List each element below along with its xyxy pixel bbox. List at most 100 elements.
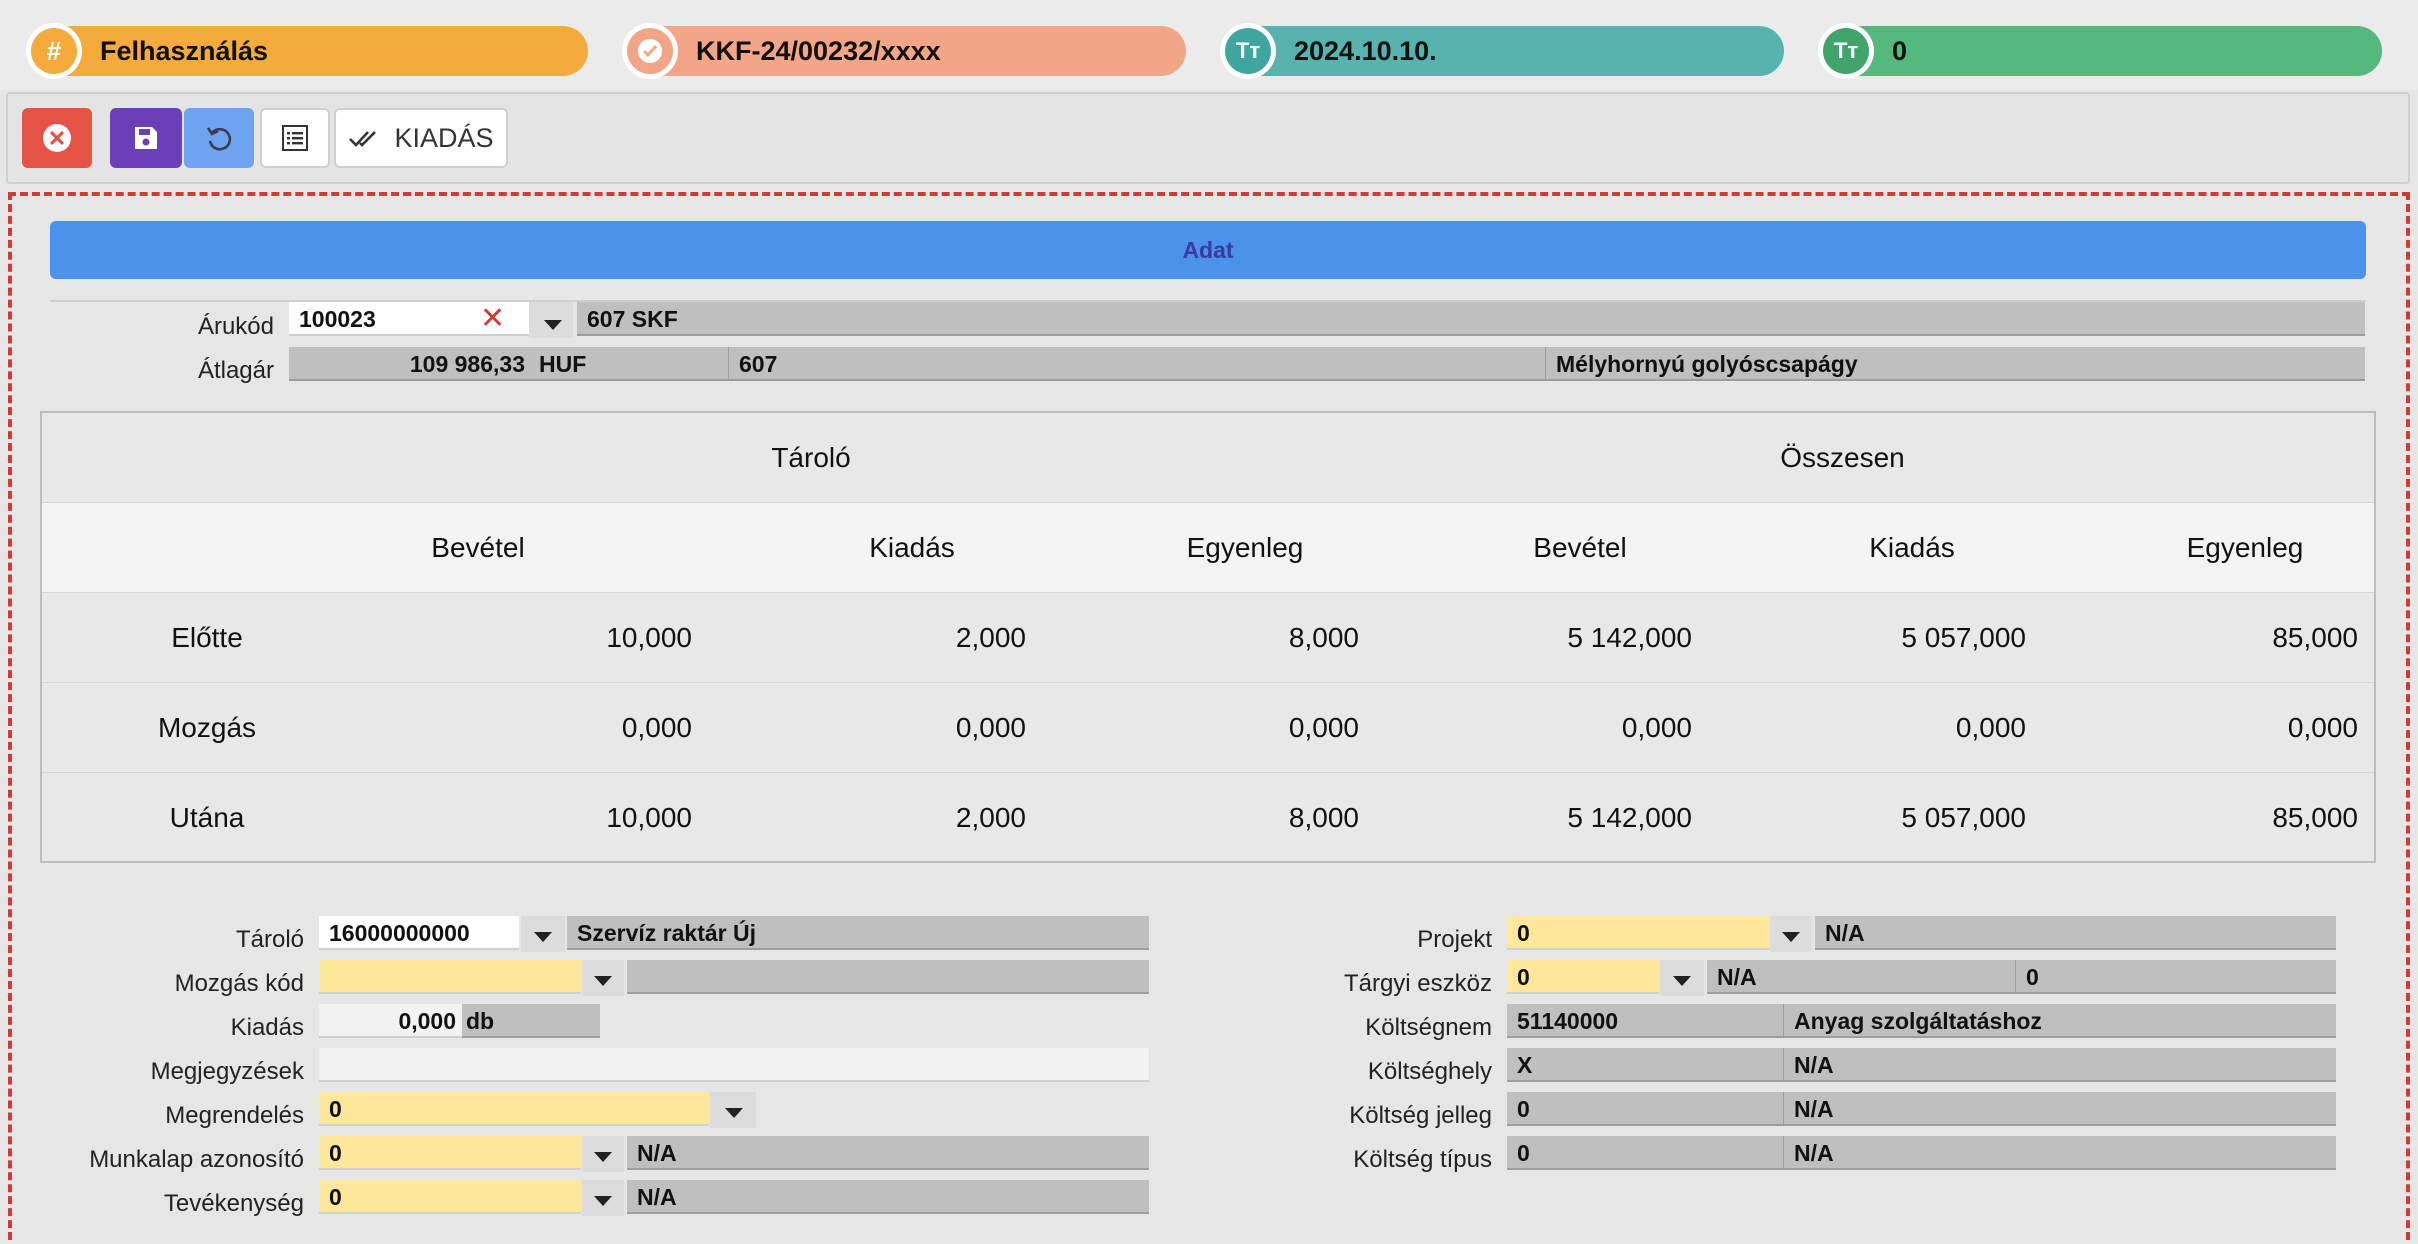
type-pill[interactable]: # Felhasználás — [26, 23, 588, 79]
item-code: 607 — [728, 347, 1545, 381]
cell-value: 8,000 — [1288, 622, 1359, 653]
kiadas-unit: db — [462, 1004, 600, 1038]
undo-button[interactable] — [184, 108, 254, 168]
koltseg-tipus-label: Költség típus — [1353, 1146, 1492, 1173]
koltseghely-name: N/A — [1783, 1048, 2336, 1082]
list-button[interactable] — [260, 108, 330, 168]
koltseghely-label: Költséghely — [1367, 1058, 1492, 1085]
col-header: Egyenleg — [2186, 532, 2304, 563]
koltseg-jelleg-name: N/A — [1783, 1092, 2336, 1126]
item-description: Mélyhornyú golyóscsapágy — [1545, 347, 2365, 381]
cell-value: 0,000 — [1621, 712, 1692, 743]
tevekenyseg-label: Tevékenység — [163, 1190, 304, 1217]
table-row: Mozgás 0,000 0,000 0,000 0,000 0,000 0,0… — [42, 683, 2374, 773]
date-text: 2024.10.10. — [1294, 36, 1437, 66]
group-header-tarolo: Tároló — [771, 442, 851, 473]
document-number-pill[interactable]: KKF-24/00232/xxxx — [622, 23, 1186, 79]
koltseg-tipus-value: 0 — [1507, 1136, 1783, 1170]
mozgas-kod-name — [627, 960, 1149, 994]
table-row: Utána 10,000 2,000 8,000 5 142,000 5 057… — [42, 773, 2374, 863]
chevron-down-icon — [594, 976, 612, 986]
kiadas-label: Kiadás — [230, 1014, 304, 1041]
header-bar: # Felhasználás KKF-24/00232/xxxx Tт 2024… — [0, 0, 2418, 90]
tarolo-name: Szervíz raktár Új — [567, 916, 1149, 950]
text-type-icon: Tт — [1225, 28, 1271, 74]
megrendeles-input[interactable]: 0 — [319, 1092, 709, 1126]
cell-value: 85,000 — [2272, 622, 2358, 653]
counter-text: 0 — [1892, 36, 1908, 66]
col-header: Egyenleg — [1186, 532, 1304, 563]
koltsegnem-value: 51140000 — [1507, 1004, 1783, 1038]
atlagar-label: Átlagár — [197, 357, 274, 384]
megjegyzesek-label: Megjegyzések — [150, 1058, 304, 1085]
tarolo-input[interactable]: 16000000000 — [319, 916, 519, 950]
munkalap-input[interactable]: 0 — [319, 1136, 581, 1170]
megrendeles-label: Megrendelés — [165, 1102, 304, 1129]
tevekenyseg-name: N/A — [627, 1180, 1149, 1214]
table-group-header: Tároló Összesen — [42, 413, 2374, 503]
stock-table: Tároló Összesen Bevétel Kiadás Egyenleg … — [40, 411, 2376, 863]
clear-icon[interactable]: ✕ — [480, 302, 505, 336]
kiadas-label: KIADÁS — [394, 122, 494, 153]
targyi-eszkoz-name: N/A — [1707, 960, 2015, 994]
check-badge-icon — [627, 28, 673, 74]
cell-value: 0,000 — [1955, 712, 2026, 743]
counter-pill[interactable]: Tт 0 — [1818, 23, 2382, 79]
koltseg-jelleg-value: 0 — [1507, 1092, 1783, 1126]
chevron-down-icon — [594, 1152, 612, 1162]
projekt-input[interactable]: 0 — [1507, 916, 1769, 950]
list-icon — [282, 125, 308, 151]
atlagar-value: 109 986,33 — [289, 347, 531, 381]
cell-value: 0,000 — [2287, 712, 2358, 743]
mozgas-kod-label: Mozgás kód — [174, 970, 304, 997]
cell-value: 0,000 — [1288, 712, 1359, 743]
targyi-eszkoz-input[interactable]: 0 — [1507, 960, 1659, 994]
chevron-down-icon — [534, 932, 552, 942]
row-label: Előtte — [171, 622, 243, 653]
cell-value: 5 057,000 — [1901, 802, 2026, 833]
section-title[interactable]: Adat — [50, 221, 2366, 279]
koltsegnem-label: Költségnem — [1365, 1014, 1492, 1041]
undo-icon — [206, 127, 232, 151]
tarolo-label: Tároló — [235, 926, 304, 953]
cell-value: 0,000 — [621, 712, 692, 743]
chevron-down-icon — [594, 1196, 612, 1206]
cell-value: 10,000 — [606, 622, 692, 653]
save-icon — [135, 127, 157, 149]
mozgas-kod-input[interactable] — [319, 960, 581, 994]
arukod-label: Árukód — [197, 313, 274, 340]
cell-value: 5 142,000 — [1567, 802, 1692, 833]
hash-icon: # — [31, 28, 77, 74]
cell-value: 5 057,000 — [1901, 622, 2026, 653]
kiadas-button[interactable]: KIADÁS — [334, 108, 508, 168]
save-button[interactable] — [110, 108, 182, 168]
cell-value: 85,000 — [2272, 802, 2358, 833]
table-row: Előtte 10,000 2,000 8,000 5 142,000 5 05… — [42, 593, 2374, 683]
row-label: Mozgás — [157, 712, 257, 743]
targyi-eszkoz-label: Tárgyi eszköz — [1343, 970, 1492, 997]
chevron-down-icon — [1782, 932, 1800, 942]
close-circle-icon — [43, 124, 71, 152]
date-pill[interactable]: Tт 2024.10.10. — [1220, 23, 1784, 79]
cell-value: 5 142,000 — [1567, 622, 1692, 653]
kiadas-quantity-input[interactable]: 0,000 — [319, 1004, 462, 1038]
double-check-icon — [349, 131, 377, 147]
type-text: Felhasználás — [100, 36, 269, 66]
tevekenyseg-input[interactable]: 0 — [319, 1180, 581, 1214]
munkalap-label: Munkalap azonosító — [89, 1146, 304, 1173]
cell-value: 10,000 — [606, 802, 692, 833]
koltseghely-value: X — [1507, 1048, 1783, 1082]
cell-value: 8,000 — [1288, 802, 1359, 833]
cell-value: 0,000 — [955, 712, 1026, 743]
koltsegnem-name: Anyag szolgáltatáshoz — [1783, 1004, 2336, 1038]
targyi-eszkoz-extra: 0 — [2015, 960, 2336, 994]
text-type-icon: Tт — [1823, 28, 1869, 74]
projekt-name: N/A — [1815, 916, 2336, 950]
table-column-header: Bevétel Kiadás Egyenleg Bevétel Kiadás E… — [42, 503, 2374, 593]
megjegyzesek-input[interactable] — [319, 1048, 1149, 1082]
toolbar: KIADÁS — [6, 92, 2410, 184]
munkalap-name: N/A — [627, 1136, 1149, 1170]
close-button[interactable] — [22, 108, 92, 168]
projekt-label: Projekt — [1417, 926, 1492, 953]
col-header: Bevétel — [1533, 532, 1627, 563]
